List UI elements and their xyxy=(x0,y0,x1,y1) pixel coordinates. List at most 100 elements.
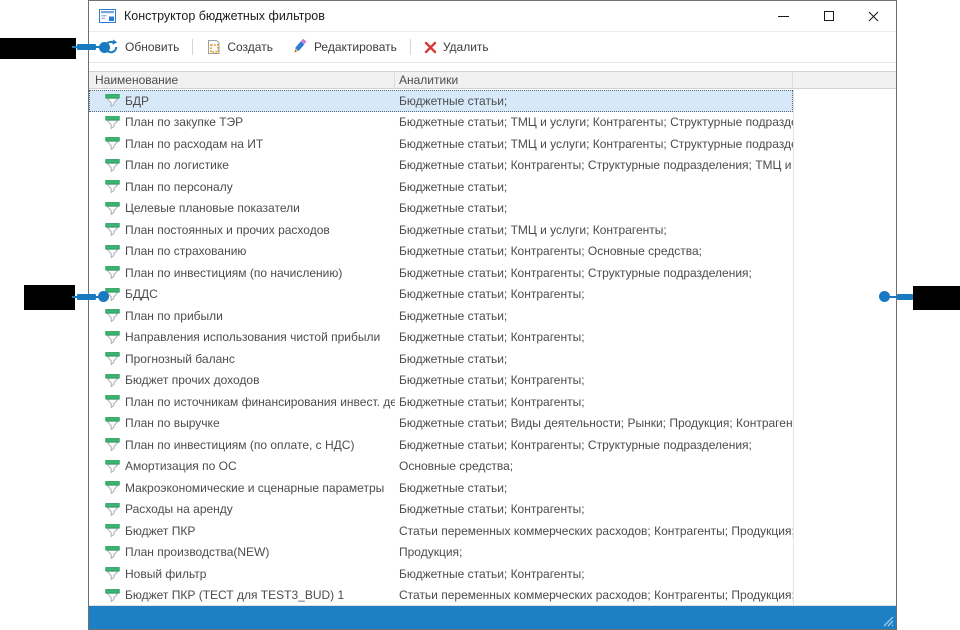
filter-analytics: Бюджетные статьи; ТМЦ и услуги; Контраге… xyxy=(395,137,793,151)
filter-name-cell: План по закупке ТЭР xyxy=(89,115,395,130)
table-row[interactable]: Целевые плановые показателиБюджетные ста… xyxy=(89,198,793,220)
filter-analytics: Бюджетные статьи; Контрагенты; xyxy=(395,330,793,344)
table-row[interactable]: Расходы на арендуБюджетные статьи; Контр… xyxy=(89,499,793,521)
table-row[interactable]: Прогнозный балансБюджетные статьи; xyxy=(89,348,793,370)
table-row[interactable]: План производства(NEW) Продукция; xyxy=(89,542,793,564)
filter-name: БДДС xyxy=(125,287,158,301)
filter-name-cell: План по инвестициям (по оплате, с НДС) xyxy=(89,437,395,452)
filter-analytics: Бюджетные статьи; Контрагенты; xyxy=(395,395,793,409)
maximize-icon xyxy=(824,11,834,21)
filter-funnel-icon xyxy=(105,459,120,474)
filter-name-cell: План по персоналу xyxy=(89,179,395,194)
column-header-analytics[interactable]: Аналитики xyxy=(395,72,793,88)
filter-name: Амортизация по ОС xyxy=(125,459,237,473)
filter-analytics: Бюджетные статьи; Виды деятельности; Рын… xyxy=(395,416,793,430)
filter-name: План по страхованию xyxy=(125,244,246,258)
filter-analytics: Бюджетные статьи; xyxy=(395,94,793,108)
window-title: Конструктор бюджетных фильтров xyxy=(124,9,325,23)
filter-name: Новый фильтр xyxy=(125,567,206,581)
filter-funnel-icon xyxy=(105,201,120,216)
table-row[interactable]: План по источникам финансирования инвест… xyxy=(89,391,793,413)
table-row[interactable]: План по логистикеБюджетные статьи; Контр… xyxy=(89,155,793,177)
column-header-name[interactable]: Наименование xyxy=(89,72,395,88)
filter-name: Расходы на аренду xyxy=(125,502,233,516)
filter-name-cell: Макроэкономические и сценарные параметры xyxy=(89,480,395,495)
filter-name: Макроэкономические и сценарные параметры xyxy=(125,481,384,495)
table-row[interactable]: БДДСБюджетные статьи; Контрагенты; xyxy=(89,284,793,306)
filter-name: План по выручке xyxy=(125,416,220,430)
table-row[interactable]: План по инвестициям (по начислению)Бюдже… xyxy=(89,262,793,284)
filter-name-cell: Расходы на аренду xyxy=(89,502,395,517)
filter-name-cell: План по инвестициям (по начислению) xyxy=(89,265,395,280)
filter-funnel-icon xyxy=(105,179,120,194)
table-row[interactable]: План по персоналуБюджетные статьи; xyxy=(89,176,793,198)
filter-name: План по инвестициям (по оплате, с НДС) xyxy=(125,438,354,452)
callout-dot-refresh xyxy=(99,42,110,53)
filter-name-cell: Бюджет прочих доходов xyxy=(89,373,395,388)
filter-analytics: Бюджетные статьи; Контрагенты; Основные … xyxy=(395,244,793,258)
filter-funnel-icon xyxy=(105,588,120,603)
table-row[interactable]: Макроэкономические и сценарные параметры… xyxy=(89,477,793,499)
filter-funnel-icon xyxy=(105,480,120,495)
table-row[interactable]: Направления использования чистой прибыли… xyxy=(89,327,793,349)
filter-name: Бюджет ПКР (ТЕСТ для TEST3_BUD) 1 xyxy=(125,588,344,602)
budget-filters-window: Конструктор бюджетных фильтров Обновить xyxy=(88,0,897,630)
table-row[interactable]: Бюджет ПКР (ТЕСТ для TEST3_BUD) 1Статьи … xyxy=(89,585,793,607)
table-row[interactable]: План по закупке ТЭРБюджетные статьи; ТМЦ… xyxy=(89,112,793,134)
window-form-icon xyxy=(99,9,116,23)
filter-funnel-icon xyxy=(105,93,120,108)
title-bar[interactable]: Конструктор бюджетных фильтров xyxy=(89,1,896,32)
filter-name: План производства(NEW) xyxy=(125,545,269,559)
filter-analytics: Бюджетные статьи; xyxy=(395,352,793,366)
filter-name: План по источникам финансирования инвест… xyxy=(125,395,395,409)
filter-name-cell: План по выручке xyxy=(89,416,395,431)
table-row[interactable]: БДРБюджетные статьи; xyxy=(89,90,793,112)
edit-label: Редактировать xyxy=(314,40,397,54)
filter-funnel-icon xyxy=(105,136,120,151)
screenshot-stage: Конструктор бюджетных фильтров Обновить xyxy=(0,0,960,630)
filter-name-cell: БДДС xyxy=(89,287,395,302)
resize-grip[interactable] xyxy=(880,613,894,627)
table-row[interactable]: Новый фильтрБюджетные статьи; Контрагент… xyxy=(89,563,793,585)
filter-name-cell: Новый фильтр xyxy=(89,566,395,581)
maximize-button[interactable] xyxy=(806,1,851,31)
redacted-callout-top-left xyxy=(0,38,76,59)
filter-funnel-icon xyxy=(105,244,120,259)
delete-label: Удалить xyxy=(443,40,489,54)
refresh-label: Обновить xyxy=(125,40,179,54)
minimize-button[interactable] xyxy=(761,1,806,31)
toolbar: Обновить Создать xyxy=(89,32,896,63)
table-row[interactable]: План по расходам на ИТБюджетные статьи; … xyxy=(89,133,793,155)
create-button[interactable]: Создать xyxy=(204,35,275,59)
delete-button[interactable]: Удалить xyxy=(422,36,491,58)
table-row[interactable]: Бюджет ПКРСтатьи переменных коммерческих… xyxy=(89,520,793,542)
refresh-button[interactable]: Обновить xyxy=(101,35,181,59)
filter-funnel-icon xyxy=(105,523,120,538)
filter-funnel-icon xyxy=(105,351,120,366)
edit-button[interactable]: Редактировать xyxy=(289,35,399,59)
filter-analytics: Бюджетные статьи; xyxy=(395,180,793,194)
close-button[interactable] xyxy=(851,1,896,31)
table-row[interactable]: Бюджет прочих доходовБюджетные статьи; К… xyxy=(89,370,793,392)
table-row[interactable]: План по выручке Бюджетные статьи; Виды де… xyxy=(89,413,793,435)
filter-name-cell: Направления использования чистой прибыли xyxy=(89,330,395,345)
filter-name-cell: План по страхованию xyxy=(89,244,395,259)
filter-analytics: Продукция; xyxy=(395,545,793,559)
table-row[interactable]: План по прибылиБюджетные статьи; xyxy=(89,305,793,327)
filter-funnel-icon xyxy=(105,265,120,280)
filter-name-cell: Амортизация по ОС xyxy=(89,459,395,474)
new-document-icon xyxy=(206,39,221,55)
filter-funnel-icon xyxy=(105,502,120,517)
filter-name-cell: План производства(NEW) xyxy=(89,545,395,560)
filter-name: План по инвестициям (по начислению) xyxy=(125,266,342,280)
table-row[interactable]: План по страхованию Бюджетные статьи; Кон… xyxy=(89,241,793,263)
filter-name: План по логистике xyxy=(125,158,229,172)
status-bar xyxy=(89,606,896,629)
table-row[interactable]: Амортизация по ОСОсновные средства; xyxy=(89,456,793,478)
table-row[interactable]: План постоянных и прочих расходовБюджетн… xyxy=(89,219,793,241)
filter-analytics: Бюджетные статьи; ТМЦ и услуги; Контраге… xyxy=(395,115,793,129)
filter-funnel-icon xyxy=(105,437,120,452)
table-row[interactable]: План по инвестициям (по оплате, с НДС)Бю… xyxy=(89,434,793,456)
filter-funnel-icon xyxy=(105,566,120,581)
filter-name-cell: БДР xyxy=(89,93,395,108)
